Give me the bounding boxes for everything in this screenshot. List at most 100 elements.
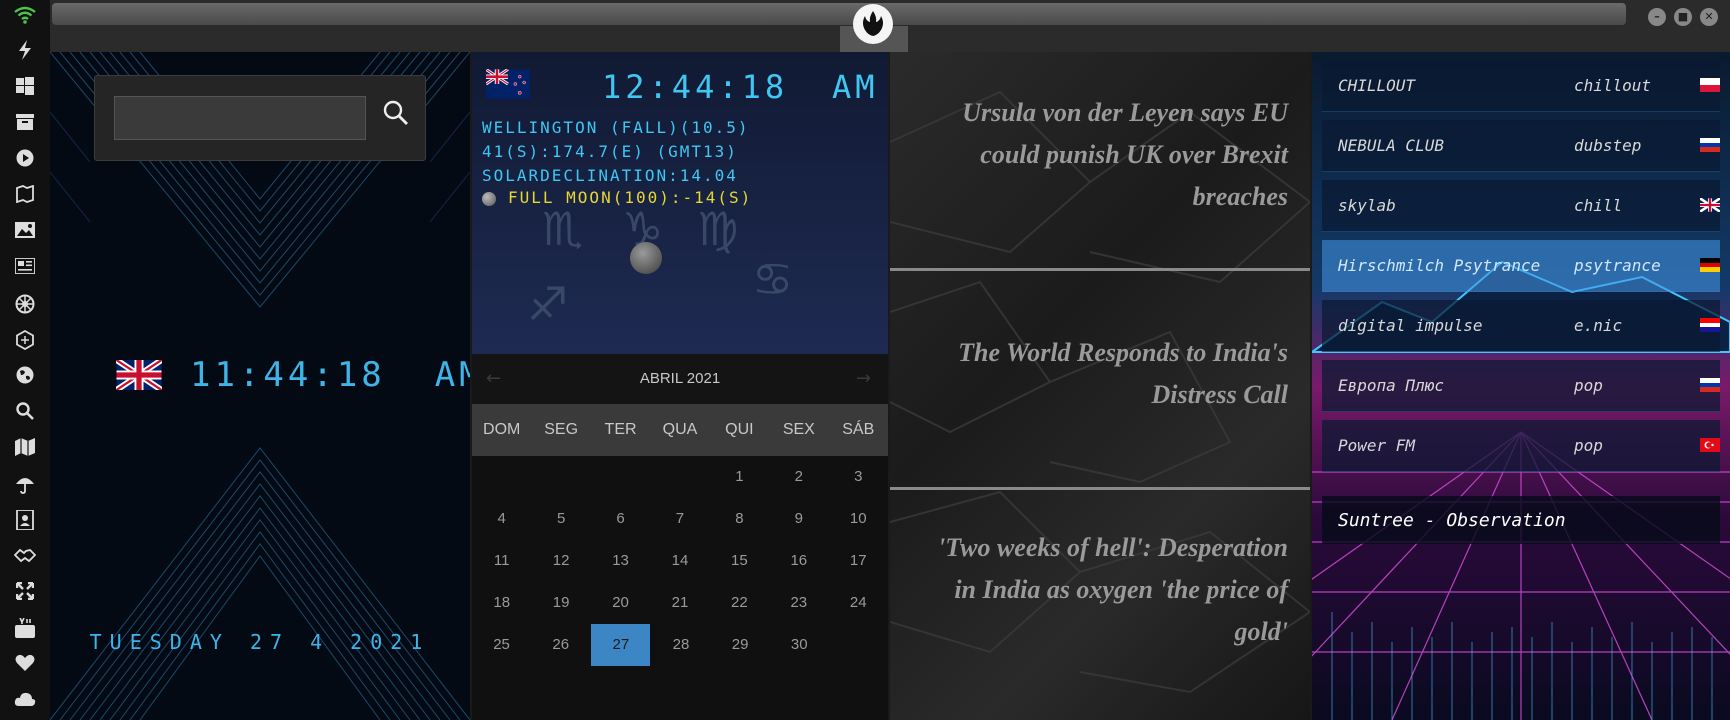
settings-wheel-icon[interactable] — [13, 294, 37, 318]
uk-date: TUESDAY 27 4 2021 — [89, 630, 431, 654]
calendar-day[interactable]: 21 — [650, 582, 709, 624]
heart-icon[interactable] — [13, 654, 37, 678]
wifi-icon[interactable] — [13, 6, 37, 30]
calendar-day[interactable]: 26 — [531, 624, 590, 666]
calendar-day[interactable]: 2 — [769, 456, 828, 498]
russia-flag-icon — [1700, 138, 1720, 152]
radio-station-item[interactable]: CHILLOUT chillout — [1322, 60, 1720, 112]
station-genre: pop — [1574, 376, 1603, 395]
calendar-day[interactable]: 3 — [829, 456, 888, 498]
calendar-day[interactable]: 30 — [770, 624, 829, 666]
contacts-icon[interactable] — [13, 509, 37, 534]
calendar-day[interactable]: 15 — [710, 540, 769, 582]
radio-station-item[interactable]: Power FM pop — [1322, 420, 1720, 472]
calendar-day[interactable]: 14 — [650, 540, 709, 582]
zodiac-glyph-icon: ♏ — [542, 202, 584, 256]
calendar-day[interactable]: 18 — [472, 582, 531, 624]
calendar-day[interactable]: 17 — [829, 540, 888, 582]
calendar-day[interactable]: 4 — [472, 498, 531, 540]
calendar-day[interactable]: 5 — [531, 498, 590, 540]
search-input[interactable] — [114, 96, 366, 140]
calendar-day[interactable]: 11 — [472, 540, 531, 582]
uk-time: 11:44:18 AM — [190, 355, 470, 395]
station-genre: chill — [1574, 196, 1623, 215]
search-button[interactable] — [379, 100, 413, 134]
now-playing-track: Suntree - Observation — [1322, 496, 1720, 544]
news-icon[interactable] — [13, 257, 37, 281]
calendar-day[interactable]: 24 — [829, 582, 888, 624]
calendar-day[interactable]: 8 — [710, 498, 769, 540]
radio-station-item[interactable]: NEBULA CLUB dubstep — [1322, 120, 1720, 172]
station-genre: e.nic — [1574, 316, 1623, 335]
calendar-day[interactable]: 6 — [591, 498, 650, 540]
news-headline[interactable]: The World Responds to India's Distress C… — [890, 332, 1310, 416]
archive-icon[interactable] — [13, 113, 37, 137]
calendar-day — [591, 456, 650, 498]
radio-panel: CHILLOUT chillout NEBULA CLUB dubstep sk… — [1312, 52, 1730, 720]
news-separator — [890, 487, 1310, 490]
calendar-day[interactable]: 13 — [591, 540, 650, 582]
station-name: digital impulse — [1338, 316, 1483, 335]
calendar-day[interactable]: 23 — [769, 582, 828, 624]
uk-flag-icon — [116, 360, 162, 390]
news-headline[interactable]: Ursula von der Leyen says EU could punis… — [890, 92, 1310, 218]
calendar-week-row: 18 19 20 21 22 23 24 — [472, 582, 888, 624]
search-icon[interactable] — [13, 402, 37, 426]
calendar-day[interactable]: 28 — [651, 624, 710, 666]
uk-flag-icon — [1700, 198, 1720, 212]
nz-astro-panel: ♏ ♑ ♍ ♋ ♐ 12:44:18 AM WELLINGTON (FALL)(… — [472, 52, 888, 354]
station-name: skylab — [1338, 196, 1396, 215]
calendar-day[interactable]: 1 — [710, 456, 769, 498]
news-separator — [890, 268, 1310, 271]
calendar-day[interactable]: 16 — [769, 540, 828, 582]
hexagon-icon[interactable] — [13, 329, 37, 354]
globe-icon[interactable] — [13, 366, 37, 390]
cloud-icon[interactable] — [13, 690, 37, 714]
zodiac-glyph-icon: ♋ — [752, 252, 794, 306]
news-panel: Ursula von der Leyen says EU could punis… — [890, 52, 1310, 720]
lightning-icon[interactable] — [13, 40, 37, 64]
calendar-day-today[interactable]: 27 — [591, 624, 651, 666]
handshake-icon[interactable] — [13, 546, 37, 570]
radio-station-item-active[interactable]: Hirschmilch Psytrance psytrance — [1322, 240, 1720, 292]
calendar-week-row: 11 12 13 14 15 16 17 — [472, 540, 888, 582]
nz-flag-icon — [486, 69, 530, 99]
calendar-day — [472, 456, 531, 498]
radio-station-item[interactable]: skylab chill — [1322, 180, 1720, 232]
map-book-icon[interactable] — [13, 184, 37, 209]
play-icon[interactable] — [13, 149, 37, 173]
calendar-day[interactable]: 25 — [472, 624, 531, 666]
minimize-button[interactable]: – — [1648, 8, 1666, 26]
windows-icon[interactable] — [13, 77, 37, 101]
calendar-day[interactable]: 20 — [591, 582, 650, 624]
maximize-button[interactable]: ■ — [1674, 8, 1692, 26]
calendar-grid: 1 2 3 4 5 6 7 8 9 10 11 12 13 14 15 16 17 18 19 20 21 22 23 24 2… — [472, 456, 888, 666]
rebel-alliance-logo-icon[interactable] — [853, 4, 893, 44]
germany-flag-icon — [1700, 258, 1720, 272]
moon-icon — [630, 242, 662, 274]
calendar-day[interactable]: 22 — [710, 582, 769, 624]
title-strip — [52, 3, 1626, 25]
map-icon[interactable] — [13, 438, 37, 462]
expand-icon[interactable] — [13, 581, 37, 606]
station-genre: pop — [1574, 436, 1603, 455]
nz-location: WELLINGTON (FALL)(10.5) — [482, 118, 750, 137]
calendar-next-button[interactable]: → — [856, 368, 871, 389]
youtube-icon[interactable] — [13, 617, 37, 642]
calendar-day[interactable]: 19 — [531, 582, 590, 624]
weekday-label: SÁB — [842, 421, 875, 438]
calendar-day[interactable]: 9 — [769, 498, 828, 540]
radio-station-item[interactable]: Европа Плюс pop — [1322, 360, 1720, 412]
station-genre: psytrance — [1574, 256, 1661, 275]
image-icon[interactable] — [13, 221, 37, 245]
radio-station-item[interactable]: digital impulse e.nic — [1322, 300, 1720, 352]
umbrella-icon[interactable] — [13, 474, 37, 498]
nz-time: 12:44:18 — [602, 68, 789, 106]
calendar-day[interactable]: 10 — [829, 498, 888, 540]
calendar-day[interactable]: 12 — [531, 540, 590, 582]
weekday-label: DOM — [483, 421, 521, 438]
calendar-day[interactable]: 29 — [711, 624, 770, 666]
news-headline[interactable]: 'Two weeks of hell': Desperation in Indi… — [890, 527, 1310, 653]
calendar-day[interactable]: 7 — [650, 498, 709, 540]
close-button[interactable]: ✕ — [1700, 8, 1718, 26]
